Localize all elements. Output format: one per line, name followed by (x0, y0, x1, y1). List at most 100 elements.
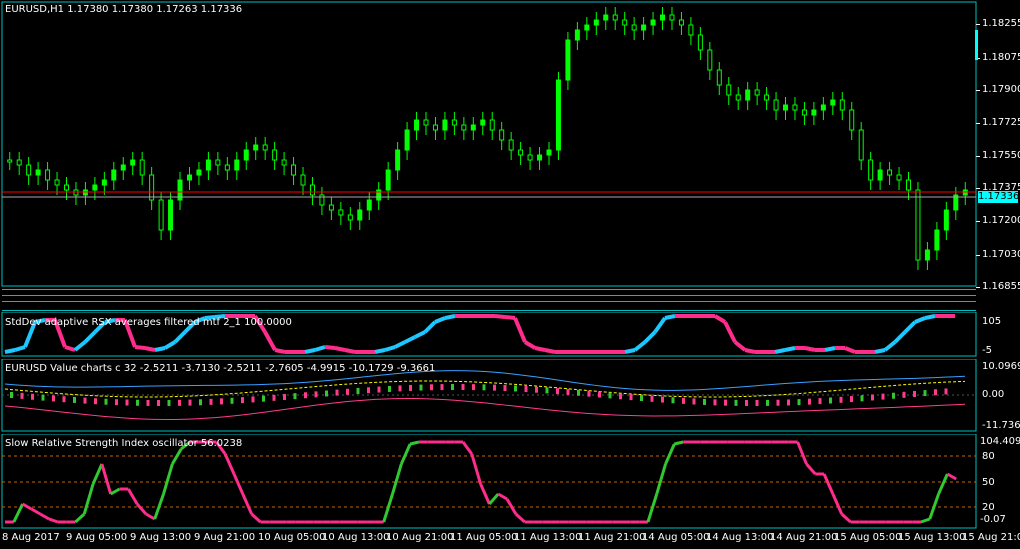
value-axis-bottom: -11.7361 (982, 420, 1020, 431)
candle-body (678, 19, 684, 26)
rsi-segment (91, 463, 104, 485)
value-bar (713, 399, 717, 406)
candle-body (186, 174, 192, 181)
candle-body (518, 149, 524, 156)
value-bar (787, 399, 790, 406)
rsi-segment (162, 463, 174, 495)
stddev-pane[interactable]: StdDev adaptive RSX averages filtered mt… (0, 312, 1020, 357)
value-charts-pane[interactable]: EURUSD Value charts c 32 -2.5211 -3.7130… (0, 359, 1020, 432)
value-bar (902, 391, 906, 398)
value-bar (934, 389, 937, 396)
value-bar (73, 396, 76, 403)
stddev-segment (903, 320, 917, 334)
time-axis-label: 9 Aug 21:00 (194, 532, 256, 543)
stddev-axis-bottom: -5 (982, 345, 992, 356)
rsi-segment (946, 472, 957, 481)
candle-body (168, 199, 174, 231)
value-bar (556, 388, 559, 395)
candle-body (16, 159, 22, 166)
stddev-segment (874, 348, 886, 354)
value-bar (83, 397, 87, 404)
value-bar (62, 396, 66, 403)
price-axis-label: 1.17550 (982, 150, 1020, 161)
rsi-segment (470, 453, 483, 485)
candle-body (707, 49, 713, 71)
value-bar (230, 397, 234, 404)
stddev-segment (723, 321, 737, 343)
value-bar (703, 398, 706, 405)
rsi-axis-1: 80 (982, 451, 995, 462)
candle-body (537, 154, 543, 161)
value-bar (377, 386, 381, 393)
stddev-segment (924, 314, 936, 320)
value-bar (629, 394, 633, 401)
stddev-segment (154, 346, 166, 352)
time-axis-label: 15 Aug 21:00 (962, 532, 1020, 543)
candle-body (716, 69, 722, 86)
price-chart[interactable] (0, 0, 1020, 288)
candle-body (555, 79, 561, 151)
candle-body (641, 24, 647, 31)
candle-body (688, 24, 694, 36)
value-bar (598, 391, 601, 398)
value-bar (850, 396, 853, 403)
candle-body (593, 19, 599, 26)
rsi-segment (127, 488, 139, 505)
stddev-segment (4, 348, 16, 354)
value-bar (461, 384, 465, 391)
candle-body (650, 19, 656, 26)
price-axis-label: 1.17900 (982, 84, 1020, 95)
value-bar (503, 385, 507, 392)
rsi-segment (831, 493, 844, 515)
candle-body (253, 144, 259, 151)
rsi-segment (171, 448, 183, 465)
value-bar (524, 386, 528, 393)
pane-separator[interactable] (2, 289, 976, 311)
stddev-segment (434, 316, 446, 324)
candle-body (111, 169, 117, 181)
rsi-segment (39, 512, 50, 521)
stddev-segment (653, 316, 667, 334)
stddev-segment (334, 346, 346, 352)
rsi-segment (30, 507, 41, 516)
time-axis-label: 11 Aug 21:00 (578, 532, 646, 543)
price-axis-label: 1.18075 (982, 52, 1020, 63)
stddev-segment (534, 346, 546, 352)
stddev-segment (633, 340, 647, 352)
value-bar (545, 387, 549, 394)
candle-body (215, 159, 221, 166)
rsi-segment (48, 517, 59, 524)
value-axis-top: 10.0969 (982, 361, 1020, 372)
time-axis-label: 11 Aug 05:00 (450, 532, 518, 543)
value-bar (388, 385, 391, 392)
value-bar (923, 390, 927, 397)
candle-body (63, 184, 69, 191)
stddev-segment (893, 330, 907, 344)
stddev-segment (713, 314, 727, 324)
scroll-marker[interactable] (975, 30, 978, 60)
candle-body (726, 84, 732, 96)
candle-body (924, 249, 930, 261)
candle-body (291, 164, 297, 176)
stddev-segment (544, 348, 556, 354)
value-bar (220, 398, 223, 405)
rsi-segment (109, 487, 121, 496)
value-bar (367, 387, 370, 394)
rsi-title: Slow Relative Strength Index oscillator … (5, 438, 243, 449)
candle-body (735, 94, 741, 101)
rsi-pane[interactable]: Slow Relative Strength Index oscillator … (0, 434, 1020, 529)
rsi-segment (382, 493, 394, 523)
rsi-segment (399, 443, 412, 465)
time-axis-label: 14 Aug 13:00 (706, 532, 774, 543)
rsi-segment (409, 440, 420, 446)
time-axis-label: 14 Aug 05:00 (642, 532, 710, 543)
rsi-segment (497, 492, 508, 501)
time-axis: 8 Aug 2017 9 Aug 05:00 9 Aug 13:00 9 Aug 21… (0, 530, 1020, 549)
value-bar (419, 384, 423, 391)
stddev-segment (844, 346, 856, 354)
main-chart-pane[interactable]: EURUSD,H1 1.17380 1.17380 1.17263 1.1733… (0, 0, 1020, 292)
stddev-axis-top: 105 (982, 316, 1002, 327)
value-bar (104, 398, 108, 405)
time-axis-label: 9 Aug 05:00 (66, 532, 128, 543)
stddev-segment (513, 317, 527, 343)
